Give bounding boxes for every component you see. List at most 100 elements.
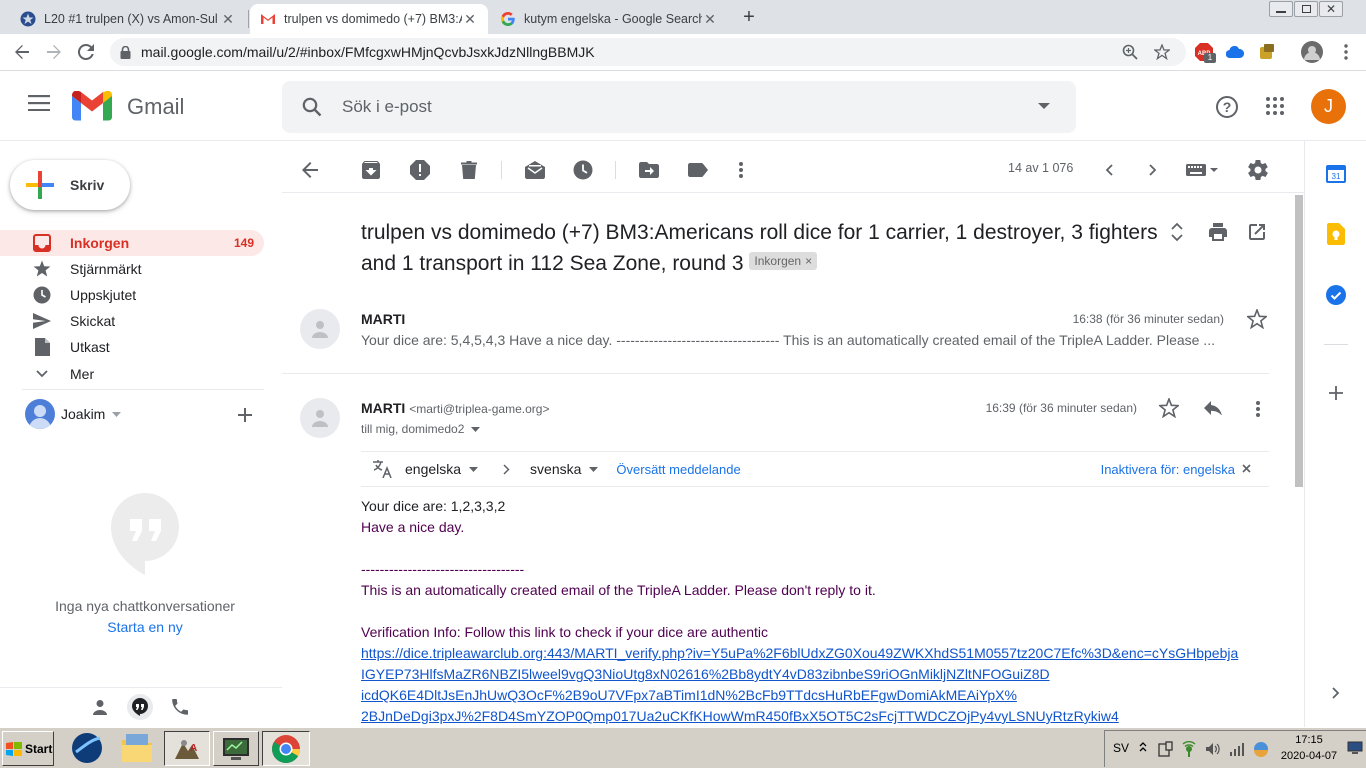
scrollbar-track[interactable] — [1294, 193, 1304, 727]
nav-item-inbox[interactable]: Inkorgen 149 — [0, 230, 264, 256]
browser-tab-2-active[interactable]: trulpen vs domimedo (+7) BM3:Am ✕ — [250, 4, 488, 34]
gmail-logo-icon[interactable] — [72, 91, 112, 121]
more-actions-icon[interactable] — [729, 158, 753, 182]
expand-all-icon[interactable] — [1171, 222, 1183, 242]
clock-time[interactable]: 17:15 — [1281, 734, 1337, 746]
sender-name[interactable]: MARTI — [361, 311, 405, 327]
search-bar[interactable] — [282, 81, 1076, 133]
verify-link[interactable]: https://dice.tripleawarclub.org:443/MART… — [361, 645, 1238, 661]
hangouts-user-avatar[interactable] — [25, 399, 55, 429]
taskbar-app-globe-icon[interactable] — [71, 732, 103, 764]
hangouts-chat-icon[interactable] — [127, 694, 153, 720]
tray-signal-icon[interactable] — [1229, 741, 1245, 757]
inbox-label-chip[interactable]: Inkorgen × — [749, 252, 818, 271]
star-message-icon[interactable] — [1247, 309, 1267, 329]
disable-translation-link[interactable]: Inaktivera för: engelska — [1101, 462, 1235, 477]
main-menu-icon[interactable] — [28, 95, 50, 111]
tasks-icon[interactable] — [1326, 285, 1346, 305]
scrollbar-thumb[interactable] — [1295, 195, 1303, 487]
nav-item-snoozed[interactable]: Uppskjutet — [0, 282, 264, 308]
close-window-button[interactable]: ✕ — [1319, 1, 1343, 17]
taskbar-explorer-folder-icon[interactable] — [120, 732, 154, 764]
reload-icon[interactable] — [76, 42, 96, 62]
address-bar[interactable]: mail.google.com/mail/u/2/#inbox/FMfcgxwH… — [110, 38, 1186, 66]
snooze-clock-icon[interactable] — [571, 158, 595, 182]
back-to-inbox-icon[interactable] — [298, 158, 322, 182]
add-addon-plus-icon[interactable] — [1329, 386, 1343, 400]
message-snippet[interactable]: Your dice are: 5,4,5,4,3 Have a nice day… — [361, 332, 1266, 348]
add-contact-plus-icon[interactable] — [237, 407, 253, 423]
search-icon[interactable] — [302, 97, 322, 117]
hangouts-user-name[interactable]: Joakim — [61, 406, 105, 422]
help-icon[interactable]: ? — [1215, 95, 1239, 119]
sender-avatar[interactable] — [300, 398, 340, 438]
expand-panel-chevron-icon[interactable] — [1332, 687, 1340, 699]
nav-item-sent[interactable]: Skickat — [0, 308, 264, 334]
label-tag-icon[interactable] — [686, 158, 710, 182]
contacts-person-icon[interactable] — [92, 699, 108, 715]
browser-tab-3[interactable]: kutym engelska - Google Search ✕ — [490, 4, 728, 34]
nav-item-drafts[interactable]: Utkast — [0, 334, 264, 360]
tray-device-icon[interactable] — [1157, 741, 1173, 757]
sender-avatar[interactable] — [300, 309, 340, 349]
phone-icon[interactable] — [172, 699, 188, 715]
adblock-extension-icon[interactable]: ABP 1 — [1194, 42, 1216, 63]
bookmark-star-icon[interactable] — [1154, 44, 1170, 60]
settings-gear-icon[interactable] — [1246, 158, 1270, 182]
tray-network-icon[interactable] — [1181, 741, 1197, 757]
browser-tab-1[interactable]: L20 #1 trulpen (X) vs Amon-Sul (All ✕ — [10, 4, 246, 34]
clock-date[interactable]: 2020-04-07 — [1277, 750, 1341, 762]
taskbar-app-triplea[interactable]: A — [164, 731, 210, 766]
report-spam-icon[interactable] — [408, 158, 432, 182]
close-tab-icon[interactable]: ✕ — [220, 11, 236, 27]
account-avatar[interactable]: J — [1311, 89, 1346, 124]
input-language[interactable]: SV — [1113, 741, 1129, 755]
tray-weather-icon[interactable] — [1253, 741, 1269, 757]
recipients-dropdown-icon[interactable] — [471, 426, 481, 432]
forward-arrow-icon[interactable] — [44, 42, 64, 62]
close-tab-icon[interactable]: ✕ — [702, 11, 718, 27]
profile-avatar[interactable] — [1300, 40, 1324, 64]
verify-link[interactable]: icdQK6E4DltJsEnJhUwQ3OcF%2B9oU7VFpx7aBTi… — [361, 687, 1017, 703]
verify-link[interactable]: IGYEP73HlfsMaZR6NBZI5lweel9vgQ3NioUtg8xN… — [361, 666, 1050, 682]
puzzle-extension-icon[interactable] — [1257, 42, 1277, 62]
source-language-select[interactable]: engelska — [405, 461, 479, 477]
restore-button[interactable] — [1294, 1, 1318, 17]
apps-grid-icon[interactable] — [1266, 97, 1284, 115]
cloud-extension-icon[interactable] — [1225, 42, 1245, 62]
delete-trash-icon[interactable] — [457, 158, 481, 182]
tray-volume-icon[interactable] — [1205, 741, 1221, 757]
search-options-icon[interactable] — [1038, 103, 1050, 109]
older-chevron-right-icon[interactable] — [1141, 158, 1165, 182]
translate-message-link[interactable]: Översätt meddelande — [616, 462, 740, 477]
star-message-icon[interactable] — [1159, 398, 1179, 418]
message-more-icon[interactable] — [1256, 401, 1260, 417]
tray-chevron-up-icon[interactable] — [1139, 742, 1147, 752]
archive-icon[interactable] — [359, 158, 383, 182]
keep-icon[interactable] — [1327, 223, 1345, 245]
new-tab-button[interactable]: + — [738, 6, 760, 28]
print-icon[interactable] — [1209, 223, 1227, 241]
back-arrow-icon[interactable] — [12, 42, 32, 62]
newer-chevron-left-icon[interactable] — [1097, 158, 1121, 182]
move-to-folder-icon[interactable] — [637, 158, 661, 182]
remove-label-icon[interactable]: × — [805, 253, 812, 269]
close-tab-icon[interactable]: ✕ — [462, 11, 478, 27]
recipients-line[interactable]: till mig, domimedo2 — [361, 422, 481, 436]
start-button[interactable]: Start — [2, 731, 54, 766]
reply-arrow-icon[interactable] — [1204, 401, 1222, 415]
input-tools-keyboard-icon[interactable] — [1184, 158, 1220, 182]
close-translate-icon[interactable] — [1242, 464, 1251, 473]
calendar-icon[interactable]: 31 — [1326, 163, 1346, 183]
nav-item-more[interactable]: Mer — [0, 361, 264, 387]
taskbar-app-chrome[interactable] — [262, 731, 310, 766]
sender-email[interactable]: <marti@triplea-game.org> — [409, 402, 549, 416]
compose-button[interactable]: Skriv — [10, 160, 130, 210]
tray-display-icon[interactable] — [1347, 741, 1363, 755]
user-dropdown-icon[interactable] — [112, 412, 121, 417]
start-new-chat-link[interactable]: Starta en ny — [0, 619, 290, 635]
browser-menu-icon[interactable] — [1336, 42, 1356, 62]
sender-name[interactable]: MARTI — [361, 400, 405, 416]
minimize-button[interactable] — [1269, 1, 1293, 17]
nav-item-starred[interactable]: Stjärnmärkt — [0, 256, 264, 282]
